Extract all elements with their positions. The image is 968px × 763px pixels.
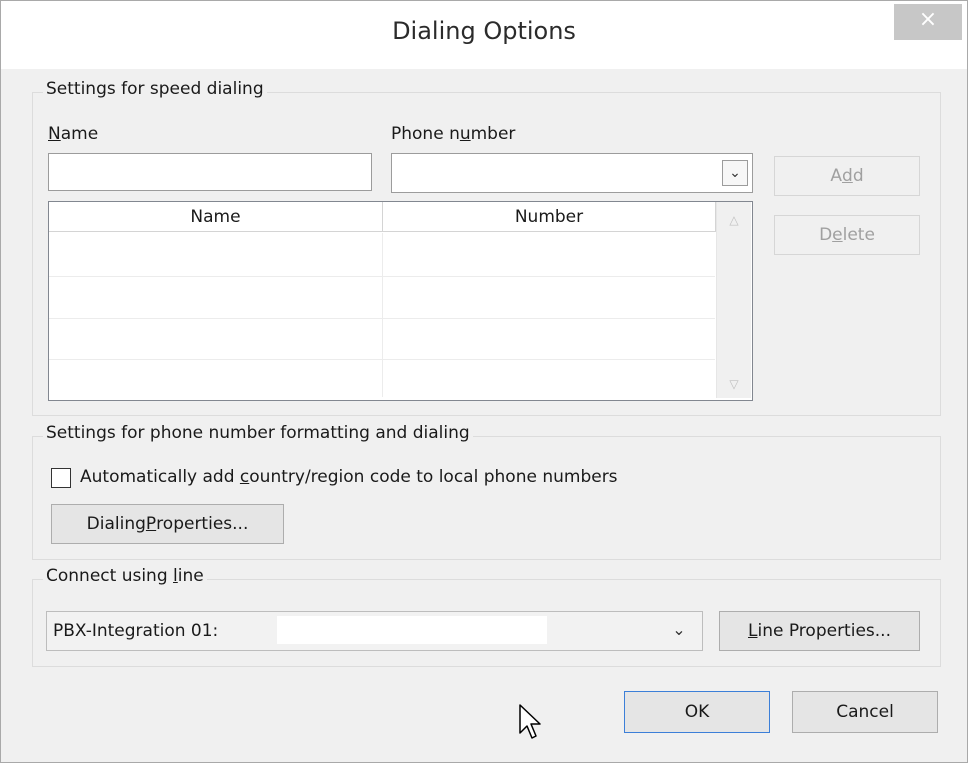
title-bar: Dialing Options ×	[1, 1, 967, 69]
column-header-number[interactable]: Number	[383, 202, 716, 232]
phone-number-label: Phone number	[391, 124, 516, 144]
close-icon: ×	[918, 7, 938, 32]
name-label: Name	[48, 124, 99, 144]
mouse-cursor-icon	[519, 704, 541, 739]
cancel-button[interactable]: Cancel	[792, 691, 938, 733]
line-select[interactable]: PBX-Integration 01: ⌄	[46, 611, 703, 651]
delete-button[interactable]: De lete	[774, 215, 920, 255]
redacted-area	[277, 616, 547, 644]
country-code-checkbox[interactable]	[51, 468, 71, 488]
phone-number-combobox[interactable]: ⌄	[391, 153, 753, 193]
scroll-down-icon[interactable]: ▽	[717, 372, 751, 396]
speed-dialing-legend: Settings for speed dialing	[43, 79, 267, 99]
dialing-options-dialog: Dialing Options × Settings for speed dia…	[0, 0, 968, 763]
scroll-up-icon[interactable]: △	[717, 208, 751, 232]
chevron-down-icon[interactable]: ⌄	[667, 618, 691, 642]
line-select-value: PBX-Integration 01:	[53, 621, 219, 641]
add-button[interactable]: Add	[774, 156, 920, 196]
formatting-legend: Settings for phone number formatting and…	[43, 423, 473, 443]
close-button[interactable]: ×	[894, 4, 962, 40]
dialing-properties-button[interactable]: Dialing Properties...	[51, 504, 284, 544]
country-code-checkbox-label[interactable]: Automatically add country/region code to…	[80, 467, 618, 487]
connect-line-legend: Connect using line	[43, 566, 207, 586]
list-scrollbar[interactable]: △ ▽	[716, 202, 751, 398]
column-header-name[interactable]: Name	[49, 202, 383, 232]
dialog-title: Dialing Options	[392, 17, 576, 45]
line-properties-button[interactable]: Line Properties...	[719, 611, 920, 651]
speed-dial-list[interactable]: Name Number △ ▽	[48, 201, 753, 401]
name-input[interactable]	[48, 153, 372, 191]
ok-button[interactable]: OK	[624, 691, 770, 733]
chevron-down-icon[interactable]: ⌄	[722, 160, 748, 186]
list-column-divider	[382, 233, 383, 397]
